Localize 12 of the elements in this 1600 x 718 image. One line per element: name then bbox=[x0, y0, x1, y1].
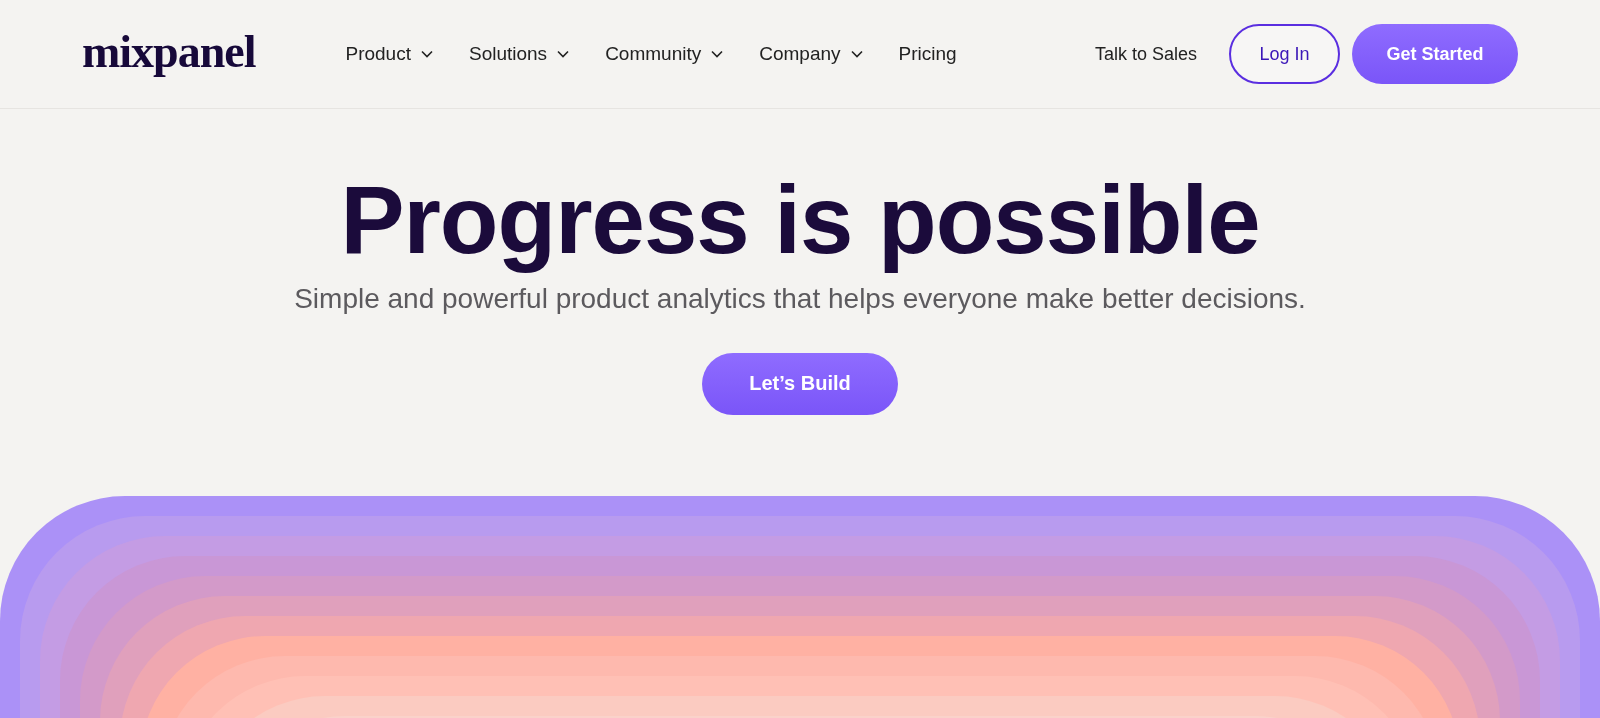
hero-subtitle: Simple and powerful product analytics that helps everyone make better decisions. bbox=[294, 282, 1306, 315]
nav-menu-item[interactable]: Product bbox=[345, 43, 433, 65]
lets-build-button[interactable]: Let’s Build bbox=[702, 352, 898, 415]
hero-heading: Progress is possible bbox=[340, 167, 1260, 273]
nav-menu-item[interactable]: Community bbox=[605, 43, 724, 65]
nav-link[interactable]: Talk to Sales bbox=[1094, 24, 1217, 84]
login-button[interactable]: Log In bbox=[1229, 24, 1340, 84]
get-started-button[interactable]: Get Started bbox=[1352, 24, 1518, 84]
nav-menu-item[interactable]: Company bbox=[759, 43, 863, 65]
nav-menu-item[interactable]: Pricing bbox=[898, 43, 957, 65]
nav-menu-item[interactable]: Solutions bbox=[468, 43, 570, 65]
logo[interactable]: mixpanel bbox=[82, 24, 256, 78]
